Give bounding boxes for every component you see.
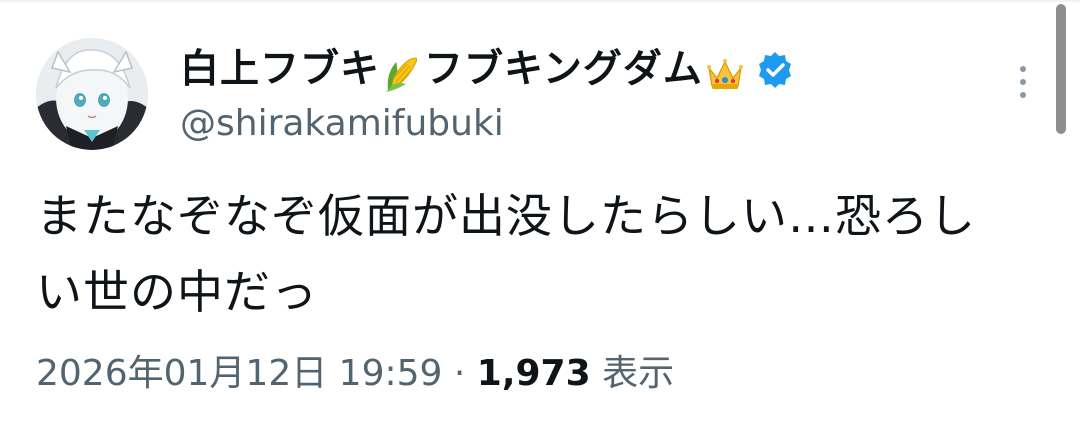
name-row[interactable]: 白上フブキ フブキングダム xyxy=(180,40,990,100)
views-count: 1,973 xyxy=(476,353,591,394)
crown-emoji-icon xyxy=(705,52,745,92)
user-handle[interactable]: @shirakamifubuki xyxy=(180,102,990,146)
tweet-text-line-2: い世の中だっ xyxy=(36,265,318,319)
more-options-button[interactable] xyxy=(1008,60,1038,104)
tweet-header: 白上フブキ フブキングダム @shirakamifubuki xyxy=(180,40,990,146)
tweet-card: 白上フブキ フブキングダム @shirakamifubuki またなぞなぞ仮面が… xyxy=(0,0,1080,427)
views-label: 表示 xyxy=(602,353,675,394)
divider xyxy=(0,0,1080,2)
corn-emoji-icon xyxy=(382,52,422,92)
tweet-text: またなぞなぞ仮面が出没したらしい…恐ろし い世の中だっ xyxy=(36,178,1036,330)
tweet-text-line-1: またなぞなぞ仮面が出没したらしい…恐ろし xyxy=(36,189,976,243)
more-dot-icon xyxy=(1020,92,1026,98)
scrollbar[interactable] xyxy=(1056,4,1066,134)
more-dot-icon xyxy=(1020,79,1026,85)
avatar[interactable] xyxy=(36,38,148,150)
display-name[interactable]: 白上フブキ フブキングダム xyxy=(180,40,747,100)
verified-badge-icon[interactable] xyxy=(755,50,795,90)
more-dot-icon xyxy=(1020,66,1026,72)
meta-separator: · xyxy=(442,353,477,394)
timestamp-link[interactable]: 2026年01月12日 19:59 xyxy=(36,353,442,394)
tweet-meta: 2026年01月12日 19:59 · 1,973 表示 xyxy=(36,348,674,400)
